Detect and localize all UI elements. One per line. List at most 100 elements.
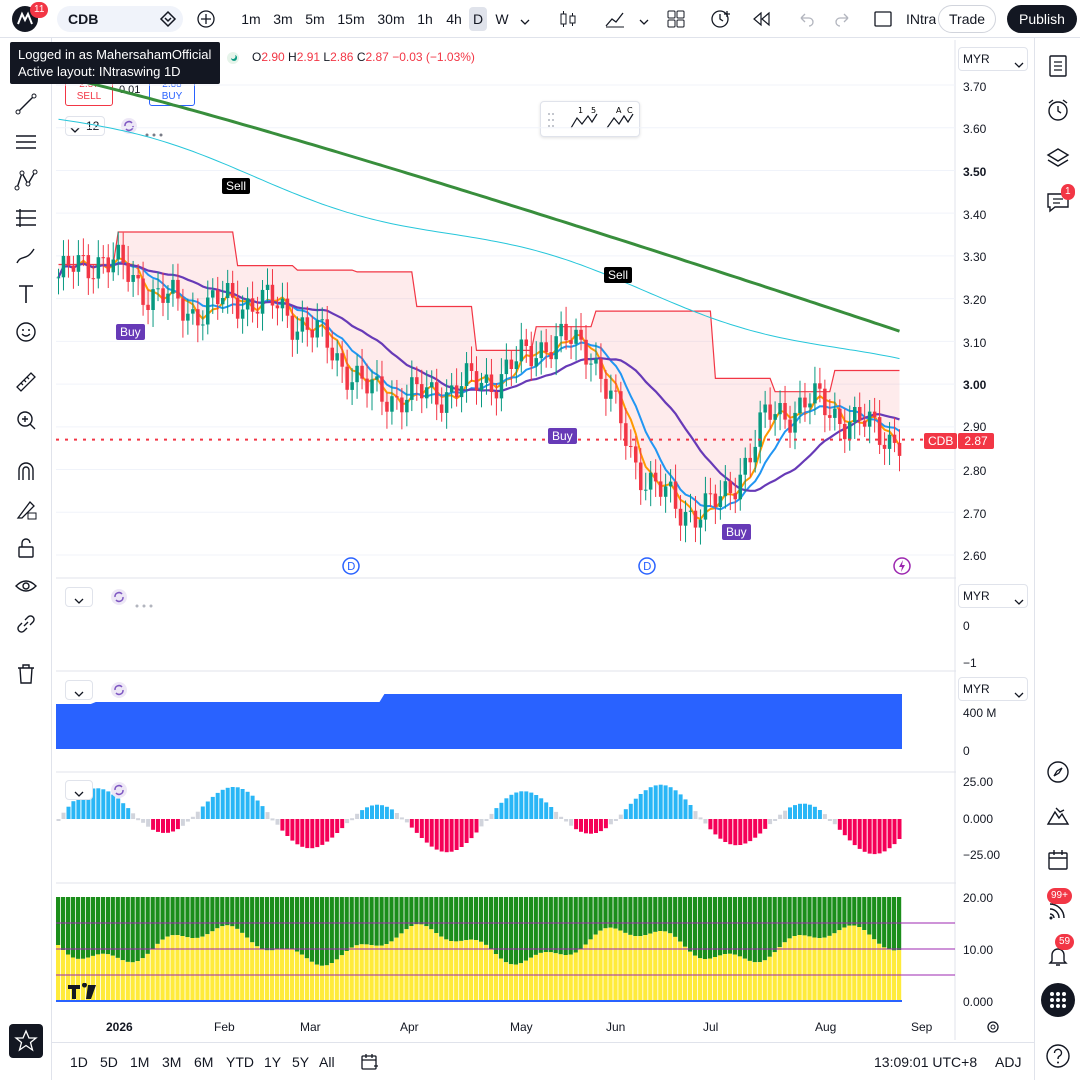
brush-icon[interactable] <box>14 244 38 273</box>
strength-bar-green <box>56 897 61 945</box>
strength-bar-green <box>180 897 185 936</box>
refresh-icon[interactable] <box>110 681 128 704</box>
interval-d[interactable]: D <box>469 7 487 31</box>
unlock-icon[interactable] <box>14 536 38 565</box>
strength-bar-green <box>319 897 324 966</box>
interval-4h[interactable]: 4h <box>442 7 466 31</box>
range-6m[interactable]: 6M <box>194 1054 213 1070</box>
refresh-icon[interactable] <box>110 588 128 611</box>
pane2-collapse-button[interactable] <box>65 587 93 607</box>
strength-bar-yellow <box>498 958 504 1002</box>
dividend-marker-icon[interactable]: D <box>341 556 361 581</box>
more-dots-icon[interactable] <box>135 595 155 613</box>
range-1m[interactable]: 1M <box>130 1054 149 1070</box>
histogram-bar <box>245 791 250 819</box>
histogram-bar <box>300 819 305 847</box>
publish-button[interactable]: Publish <box>1007 5 1077 33</box>
candle-style-icon[interactable] <box>558 9 578 34</box>
undo-icon[interactable] <box>797 10 815 33</box>
lock-drawings-icon[interactable] <box>14 498 38 527</box>
interval-5m[interactable]: 5m <box>302 7 328 31</box>
range-5d[interactable]: 5D <box>100 1054 118 1070</box>
range-all[interactable]: All <box>319 1054 335 1070</box>
interval-w[interactable]: W <box>492 7 512 31</box>
layers-icon[interactable] <box>1046 146 1070 175</box>
strength-bar-yellow <box>623 932 628 1002</box>
candle-body <box>385 401 389 412</box>
eye-icon[interactable] <box>14 574 38 603</box>
pattern-tool-icon[interactable] <box>14 168 38 197</box>
adj-toggle[interactable]: ADJ <box>995 1054 1021 1070</box>
currency-select-pane2[interactable]: MYR <box>958 584 1028 608</box>
compass-icon[interactable] <box>1046 760 1070 789</box>
range-3m[interactable]: 3M <box>162 1054 181 1070</box>
fib-tool-icon[interactable] <box>14 206 38 235</box>
alarm-clock-icon[interactable] <box>1046 98 1070 127</box>
refresh-icon[interactable] <box>110 781 128 804</box>
layout-name[interactable]: INtra <box>906 7 936 31</box>
alert-clock-icon[interactable] <box>710 8 732 35</box>
strength-bar-green <box>583 897 588 945</box>
main-chart[interactable] <box>56 40 956 1040</box>
range-1y[interactable]: 1Y <box>264 1054 281 1070</box>
trend-line-icon[interactable] <box>14 92 38 121</box>
fullscreen-box-icon[interactable] <box>873 9 893 34</box>
pane3-collapse-button[interactable] <box>65 680 93 700</box>
strength-bar-yellow <box>130 962 135 1002</box>
strength-bar-yellow <box>389 941 394 1002</box>
interval-30m[interactable]: 30m <box>374 7 408 31</box>
strength-bar-green <box>90 897 95 956</box>
candle-body <box>300 317 305 332</box>
ruler-icon[interactable] <box>14 370 38 399</box>
strength-bar-yellow <box>528 957 533 1002</box>
magnet-icon[interactable] <box>14 460 38 489</box>
strength-bar-green <box>165 897 170 937</box>
interval-1m[interactable]: 1m <box>238 7 264 31</box>
emoji-icon[interactable] <box>14 320 38 349</box>
pane4-tick: −25.00 <box>963 848 1001 862</box>
text-tool-icon[interactable] <box>14 282 38 311</box>
pane4-collapse-button[interactable] <box>65 780 93 800</box>
histogram-bar <box>389 809 394 819</box>
ideas-mountain-icon[interactable] <box>1046 804 1070 833</box>
calendar-range-icon[interactable] <box>360 1052 380 1077</box>
currency-select-pane3[interactable]: MYR <box>958 677 1028 701</box>
interval-1h[interactable]: 1h <box>414 7 436 31</box>
interval-3m[interactable]: 3m <box>270 7 296 31</box>
trade-button[interactable]: Trade <box>938 5 997 33</box>
indicators-icon[interactable] <box>604 9 626 34</box>
horizontal-lines-icon[interactable] <box>14 130 38 159</box>
trash-icon[interactable] <box>14 662 38 691</box>
strength-bar-green <box>727 897 732 954</box>
strength-bar-yellow <box>61 950 66 1002</box>
strength-bar-yellow <box>643 935 648 1002</box>
replay-icon[interactable] <box>750 9 772 34</box>
currency-select-main[interactable]: MYR <box>958 47 1028 71</box>
histogram-bar <box>524 791 529 819</box>
strength-bar-green <box>548 897 553 953</box>
chevron-down-icon[interactable] <box>519 14 531 32</box>
clock-display[interactable]: 13:09:01 UTC+8 <box>874 1054 977 1070</box>
range-1d[interactable]: 1D <box>70 1054 88 1070</box>
apps-grid-icon[interactable] <box>1040 982 1076 1023</box>
zoom-in-icon[interactable] <box>14 408 38 437</box>
range-5y[interactable]: 5Y <box>292 1054 309 1070</box>
layout-grid-icon[interactable] <box>666 9 686 34</box>
interval-15m[interactable]: 15m <box>335 7 367 31</box>
help-icon[interactable] <box>1045 1043 1071 1074</box>
favorites-star-icon[interactable] <box>9 1024 43 1063</box>
add-symbol-icon[interactable] <box>196 9 216 34</box>
event-lightning-icon[interactable] <box>892 556 912 581</box>
watchlist-icon[interactable] <box>1046 54 1070 83</box>
calendar-icon[interactable] <box>1046 848 1070 877</box>
range-ytd[interactable]: YTD <box>226 1054 254 1070</box>
histogram-bar <box>778 814 783 819</box>
redo-icon[interactable] <box>834 10 852 33</box>
link-icon[interactable] <box>14 612 38 641</box>
settings-gear-icon[interactable] <box>985 1019 1001 1040</box>
buy-signal: Buy <box>548 428 577 444</box>
compare-diamond-icon[interactable] <box>159 10 177 36</box>
symbol-search[interactable]: CDB <box>57 6 183 32</box>
chevron-down-icon[interactable] <box>638 14 650 32</box>
dividend-marker-icon[interactable]: D <box>637 556 657 581</box>
